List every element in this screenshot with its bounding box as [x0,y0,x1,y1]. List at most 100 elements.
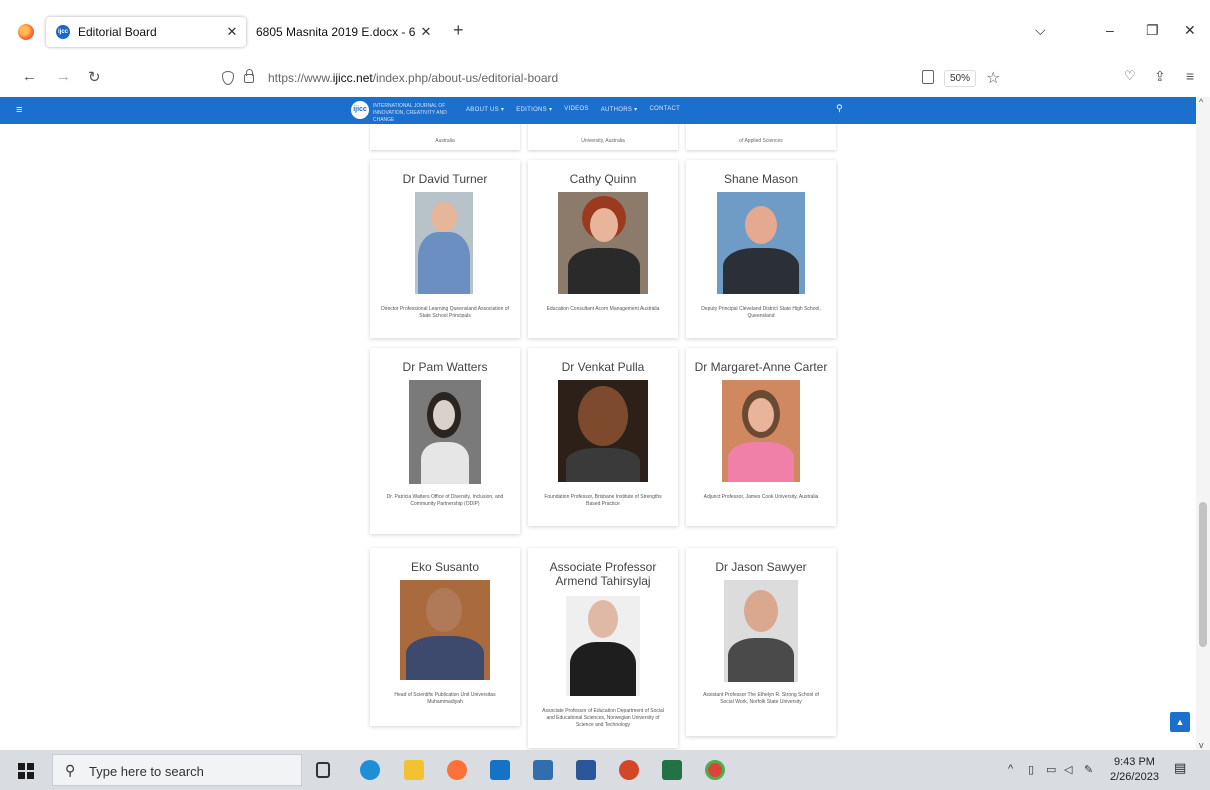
forward-arrow-icon[interactable]: → [56,68,71,85]
site-name[interactable]: INTERNATIONAL JOURNAL OF INNOVATION, CRE… [373,103,463,124]
close-tab-icon[interactable]: ✕ [222,24,242,40]
member-photo [558,380,648,482]
pen-icon[interactable]: ✎ [1084,763,1093,776]
tab-document[interactable]: 6805 Masnita 2019 E.docx - 6805_M ✕ [250,17,440,47]
mail-icon[interactable] [490,760,510,780]
menu-about-us[interactable]: ABOUT US ▾ [466,106,504,113]
member-name: Associate Professor Armend Tahirsylaj [549,560,657,588]
close-tab-icon[interactable]: ✕ [416,24,436,40]
browser-tab-bar: ijcc Editorial Board ✕ 6805 Masnita 2019… [0,0,1210,62]
windows-start-icon[interactable] [18,763,34,779]
menu-authors[interactable]: AUTHORS ▾ [601,106,638,113]
zoom-level[interactable]: 50% [944,70,977,87]
member-description: Foundation Professor, Brisbane Institute… [544,494,662,507]
member-card: Associate Professor Armend Tahirsylaj As… [528,548,678,748]
member-description: Deputy Principal Cleveland District Stat… [701,306,821,319]
member-description: of Applied Sciences [739,138,783,144]
search-icon[interactable]: ⚲ [836,103,843,114]
back-to-top-button[interactable]: ▲ [1170,712,1190,732]
member-name: Dr David Turner [402,172,488,186]
notification-icon[interactable]: ▤ [1174,760,1192,778]
site-logo[interactable]: ijicc [351,101,369,119]
word-icon[interactable] [576,760,596,780]
member-card-partial: Australia [370,124,520,150]
battery-icon[interactable]: ▯ [1028,763,1034,776]
maximize-icon[interactable]: ❐ [1146,22,1159,39]
member-name: Eko Susanto [410,560,480,574]
member-card: Dr Pam Watters Dr. Patricia Watters Offi… [370,348,520,534]
windows-taskbar: ⚲ Type here to search ^ ▯ ▭ ◁ ✎ 9:43 PM … [0,750,1210,790]
volume-icon[interactable]: ◁ [1064,763,1072,776]
scrollbar-thumb[interactable] [1199,502,1207,647]
url-text[interactable]: https://www.ijicc.net/index.php/about-us… [268,71,558,85]
member-description: Assistant Professor The Ethelyn R. Stron… [703,692,819,705]
menu-videos[interactable]: VIDEOS [564,106,588,113]
firefox-taskbar-icon[interactable] [447,760,467,780]
chrome-icon[interactable] [705,760,725,780]
new-tab-button[interactable]: + [453,20,464,41]
member-description: Australia [435,138,455,144]
list-all-tabs-icon[interactable]: ⌵ [1035,22,1046,39]
member-name: Dr Venkat Pulla [561,360,645,374]
file-explorer-icon[interactable] [404,760,424,780]
member-name: Shane Mason [723,172,799,186]
reader-view-icon[interactable] [922,70,934,84]
menu-editions[interactable]: EDITIONS ▾ [516,106,552,113]
member-photo [409,380,481,484]
member-description: Head of Scientific Publication Unit Univ… [394,692,496,705]
clock-date: 2/26/2023 [1110,771,1159,783]
member-photo [722,380,800,482]
site-menu: ABOUT US ▾ EDITIONS ▾ VIDEOS AUTHORS ▾ C… [466,106,680,113]
member-card: Shane Mason Deputy Principal Cleveland D… [686,160,836,338]
taskbar-clock[interactable]: 9:43 PM 2/26/2023 [1110,755,1159,785]
hamburger-menu-icon[interactable]: ≡ [16,104,22,116]
task-view-icon[interactable] [316,762,330,778]
scroll-down-arrow-icon[interactable]: v [1199,740,1204,750]
member-card: Dr Venkat Pulla Foundation Professor, Br… [528,348,678,526]
network-icon[interactable]: ▭ [1046,763,1056,776]
page-scrollbar[interactable]: ^ v [1196,97,1210,750]
show-hidden-icons-icon[interactable]: ^ [1008,763,1013,775]
member-name: Cathy Quinn [569,172,637,186]
member-card: Eko Susanto Head of Scientific Publicati… [370,548,520,726]
bookmark-star-icon[interactable]: ☆ [986,68,1000,88]
address-bar[interactable]: https://www.ijicc.net/index.php/about-us… [210,65,1010,93]
member-description: University, Australia [581,138,625,144]
member-name: Dr Pam Watters [402,360,488,374]
taskbar-search-box[interactable]: ⚲ Type here to search [52,754,302,786]
editorial-board-content: Australia University, Australia of Appli… [0,124,1196,750]
app-menu-icon[interactable]: ≡ [1186,68,1194,84]
tracking-protection-icon[interactable] [222,71,234,85]
member-photo [558,192,648,294]
reload-icon[interactable]: ↻ [88,68,101,86]
back-arrow-icon[interactable]: ← [22,68,37,85]
scroll-up-arrow-icon[interactable]: ^ [1199,97,1203,107]
lock-icon[interactable] [244,69,254,83]
member-photo [717,192,805,294]
member-photo [415,192,473,294]
member-photo [724,580,798,682]
navigation-toolbar: ← → ↻ https://www.ijicc.net/index.php/ab… [0,62,1210,96]
pocket-icon[interactable]: ♡ [1124,68,1136,84]
tab-title: 6805 Masnita 2019 E.docx - 6805_M [256,25,416,39]
member-description: Education Consultant Acorn Management Au… [546,306,660,312]
member-description: Associate Professor of Education Departm… [542,708,664,728]
member-name: Dr Margaret-Anne Carter [694,360,828,374]
member-description: Adjunct Professor, James Cook University… [703,494,819,500]
member-description: Dr. Patricia Watters Office of Diversity… [386,494,504,507]
tab-editorial-board[interactable]: ijcc Editorial Board ✕ [46,17,246,47]
menu-contact[interactable]: CONTACT [649,106,680,113]
member-card: Dr Jason Sawyer Assistant Professor The … [686,548,836,736]
clock-time: 9:43 PM [1113,756,1155,768]
minimize-icon[interactable]: – [1106,22,1114,38]
edge-icon[interactable] [360,760,380,780]
excel-icon[interactable] [662,760,682,780]
firefox-menu-icon[interactable] [18,24,34,40]
store-icon[interactable] [533,760,553,780]
share-icon[interactable]: ⇪ [1154,68,1166,85]
member-photo [566,596,640,696]
close-window-icon[interactable]: ✕ [1184,22,1196,39]
powerpoint-icon[interactable] [619,760,639,780]
member-name: Dr Jason Sawyer [715,560,807,574]
ijicc-favicon-icon: ijcc [56,25,70,39]
